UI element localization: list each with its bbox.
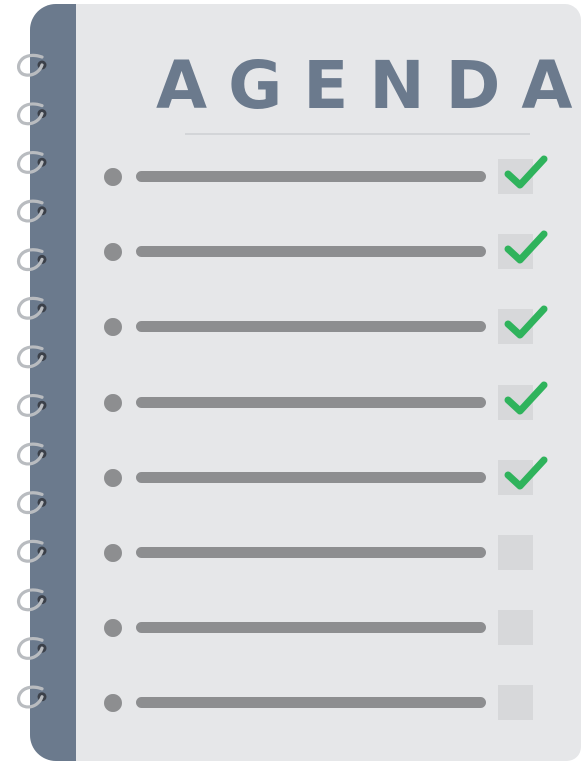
agenda-item-placeholder-line xyxy=(136,246,486,258)
agenda-item-placeholder-line xyxy=(136,547,486,558)
agenda-notebook-illustration: AGENDA xyxy=(0,0,581,761)
notebook-spine xyxy=(30,4,76,761)
check-icon xyxy=(504,230,548,264)
agenda-item xyxy=(104,456,564,498)
agenda-item-placeholder-line xyxy=(136,697,486,709)
bullet-icon xyxy=(104,243,122,262)
agenda-item-checkbox[interactable] xyxy=(498,535,533,570)
bullet-icon xyxy=(104,393,122,412)
check-icon xyxy=(504,305,548,339)
bullet-icon xyxy=(104,468,122,487)
agenda-item-checkbox[interactable] xyxy=(498,685,533,721)
agenda-item xyxy=(104,305,564,347)
agenda-item-checkbox[interactable] xyxy=(498,610,533,646)
agenda-item-placeholder-line xyxy=(136,622,486,634)
agenda-item xyxy=(104,608,564,648)
agenda-title: AGENDA xyxy=(156,47,581,124)
agenda-item-placeholder-line xyxy=(136,321,486,333)
bullet-icon xyxy=(104,318,122,337)
agenda-item-placeholder-line xyxy=(136,471,486,483)
bullet-icon xyxy=(104,544,122,562)
agenda-item xyxy=(104,683,564,723)
agenda-item xyxy=(104,381,564,423)
agenda-item xyxy=(104,533,564,573)
check-icon xyxy=(504,381,548,415)
check-icon xyxy=(504,155,548,189)
bullet-icon xyxy=(104,168,122,186)
check-icon xyxy=(504,456,548,490)
agenda-item-placeholder-line xyxy=(136,396,486,408)
agenda-item-placeholder-line xyxy=(136,171,486,182)
title-divider xyxy=(185,133,530,135)
agenda-item xyxy=(104,155,564,197)
bullet-icon xyxy=(104,619,122,638)
agenda-item xyxy=(104,230,564,272)
bullet-icon xyxy=(104,694,122,713)
